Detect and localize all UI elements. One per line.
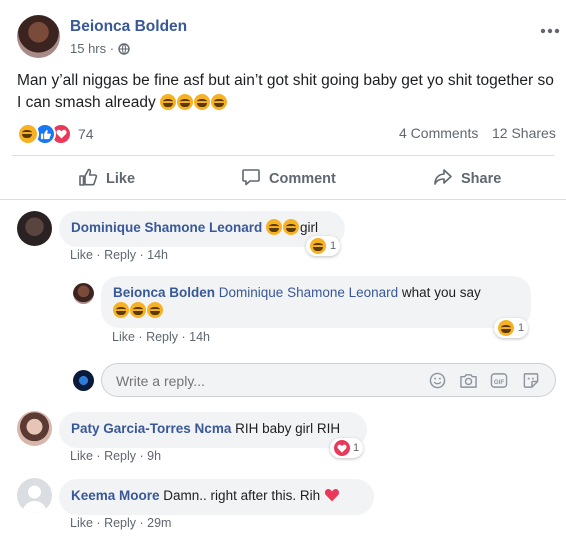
reply-author[interactable]: Beionca Bolden bbox=[113, 285, 215, 300]
share-button[interactable]: Share bbox=[433, 165, 501, 193]
camera-icon[interactable] bbox=[459, 372, 478, 394]
post-author-name[interactable]: Beionca Bolden bbox=[70, 18, 187, 36]
post-reactions[interactable]: 74 bbox=[17, 123, 94, 145]
haha-reaction-icon bbox=[17, 123, 39, 145]
comment-text: RIH baby girl RIH bbox=[235, 421, 341, 436]
svg-text:GIF: GIF bbox=[494, 379, 504, 386]
comment-reply-link[interactable]: Reply bbox=[104, 516, 136, 530]
share-button-label: Share bbox=[461, 171, 502, 187]
reply-input-box[interactable]: GIF bbox=[101, 363, 556, 397]
comment-button-label: Comment bbox=[269, 171, 336, 187]
post-time[interactable]: 15 hrs bbox=[70, 41, 106, 56]
comment-like-link[interactable]: Like bbox=[70, 449, 93, 463]
sticker-icon[interactable] bbox=[522, 372, 540, 394]
reply-reply-link[interactable]: Reply bbox=[146, 330, 178, 344]
globe-icon bbox=[118, 43, 130, 58]
love-reaction-icon bbox=[334, 440, 350, 456]
person-silhouette-icon bbox=[22, 485, 47, 513]
current-user-avatar bbox=[73, 370, 94, 391]
commenter-avatar[interactable] bbox=[17, 411, 52, 446]
share-arrow-icon bbox=[433, 167, 453, 191]
reaction-count: 1 bbox=[518, 322, 525, 334]
comment-actions: Like · Reply · 14h bbox=[70, 248, 169, 262]
comment-bubble: Paty Garcia-Torres Ncma RIH baby girl RI… bbox=[59, 412, 367, 448]
laughing-emoji-icon bbox=[160, 94, 177, 110]
commenter-avatar[interactable] bbox=[17, 211, 52, 246]
post-text-body: Man y’all niggas be fine asf but ain’t g… bbox=[17, 72, 554, 111]
reply-time[interactable]: 14h bbox=[189, 330, 210, 344]
comment-reply-link[interactable]: Reply bbox=[104, 248, 136, 262]
laughing-emoji-icon bbox=[211, 94, 228, 110]
comment-author[interactable]: Paty Garcia-Torres Ncma bbox=[71, 421, 231, 436]
comment-time[interactable]: 29m bbox=[147, 516, 171, 530]
reply-reactions[interactable]: 1 bbox=[494, 318, 529, 338]
laughing-emoji-icon bbox=[177, 94, 194, 110]
reply-text: what you say bbox=[401, 285, 481, 300]
reply-like-link[interactable]: Like bbox=[112, 330, 135, 344]
comment-bubble: Dominique Shamone Leonard girl bbox=[59, 211, 345, 247]
reaction-count[interactable]: 74 bbox=[78, 126, 94, 142]
reply-mention[interactable]: Dominique Shamone Leonard bbox=[219, 285, 398, 300]
divider bbox=[0, 199, 566, 200]
haha-reaction-icon bbox=[310, 238, 326, 254]
comment-text: Damn.. right after this. Rih bbox=[163, 488, 321, 503]
emoji-picker-icon[interactable] bbox=[429, 372, 446, 394]
comment-actions: Like · Reply · 29m bbox=[70, 516, 172, 530]
reply-input[interactable] bbox=[114, 370, 418, 392]
post-meta: 15 hrs · bbox=[70, 41, 130, 58]
replier-avatar[interactable] bbox=[73, 283, 94, 304]
comment-bubble: Keema Moore Damn.. right after this. Rih bbox=[59, 479, 374, 515]
post-author-avatar[interactable] bbox=[17, 15, 60, 58]
comment-actions: Like · Reply · 9h bbox=[70, 449, 162, 463]
comment-time[interactable]: 9h bbox=[147, 449, 161, 463]
comment-reactions[interactable]: 1 bbox=[306, 236, 341, 256]
laughing-emoji-icon bbox=[113, 302, 129, 318]
shares-count[interactable]: 12 Shares bbox=[492, 125, 556, 141]
divider bbox=[12, 155, 554, 156]
laughing-emoji-icon bbox=[194, 94, 211, 110]
comment-time[interactable]: 14h bbox=[147, 248, 168, 262]
comment-like-link[interactable]: Like bbox=[70, 248, 93, 262]
reaction-count: 1 bbox=[353, 442, 360, 454]
comment-bubble-icon bbox=[241, 167, 261, 191]
comment-author[interactable]: Dominique Shamone Leonard bbox=[71, 220, 262, 235]
post-text: Man y’all niggas be fine asf but ain’t g… bbox=[17, 70, 557, 114]
comment-reactions[interactable]: 1 bbox=[330, 438, 364, 458]
laughing-emoji-icon bbox=[130, 302, 146, 318]
comments-count[interactable]: 4 Comments bbox=[399, 125, 478, 141]
post-options-icon[interactable] bbox=[540, 18, 560, 39]
reply-bubble: Beionca Bolden Dominique Shamone Leonard… bbox=[101, 276, 531, 328]
laughing-emoji-icon bbox=[266, 219, 283, 235]
comment-author[interactable]: Keema Moore bbox=[71, 488, 160, 503]
reaction-count: 1 bbox=[330, 240, 337, 252]
default-avatar[interactable] bbox=[17, 478, 52, 513]
gif-icon[interactable]: GIF bbox=[490, 372, 508, 394]
laughing-emoji-icon bbox=[283, 219, 300, 235]
like-button[interactable]: Like bbox=[78, 165, 135, 193]
red-heart-icon bbox=[324, 488, 340, 507]
like-button-label: Like bbox=[106, 171, 136, 187]
haha-reaction-icon bbox=[498, 320, 514, 336]
comment-button[interactable]: Comment bbox=[241, 165, 336, 193]
thumbs-up-icon bbox=[78, 167, 98, 191]
reply-actions: Like · Reply · 14h bbox=[112, 330, 211, 344]
comment-reply-link[interactable]: Reply bbox=[104, 449, 136, 463]
comment-like-link[interactable]: Like bbox=[70, 516, 93, 530]
comment-text: girl bbox=[300, 220, 319, 235]
laughing-emoji-icon bbox=[147, 302, 163, 318]
